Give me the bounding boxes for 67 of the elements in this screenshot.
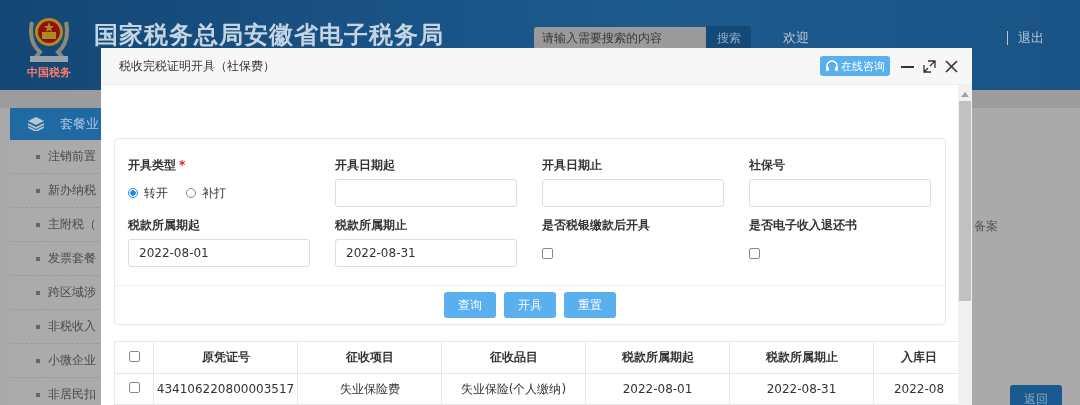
input-field[interactable] <box>335 179 517 207</box>
checkbox[interactable] <box>749 247 760 259</box>
table-cell: 2022-08-01 <box>585 373 730 405</box>
input-field[interactable] <box>542 179 724 207</box>
input-field[interactable]: 2022-08-01 <box>128 239 310 267</box>
column-header: 征收品目 <box>441 341 586 374</box>
bullet-icon <box>36 256 40 261</box>
radio-button[interactable] <box>186 188 196 198</box>
bullet-icon <box>36 290 40 295</box>
field-label: 社保号 <box>749 156 785 174</box>
radio-button[interactable] <box>128 188 138 198</box>
column-header: 税款所属期止 <box>729 341 874 374</box>
search-button[interactable]: 搜索 <box>706 26 751 50</box>
maximize-icon[interactable] <box>923 59 936 73</box>
sidebar-title: 套餐业 <box>60 115 99 133</box>
sidebar-item-label: 跨区域涉 <box>48 284 96 301</box>
scrollbar-thumb[interactable] <box>959 101 971 301</box>
bullet-icon <box>36 324 40 329</box>
headset-icon <box>825 59 839 73</box>
bullet-icon <box>36 392 40 397</box>
bullet-icon <box>36 358 40 363</box>
sidebar-item-label: 发票套餐 <box>48 250 96 267</box>
table-cell: 失业保险(个人缴纳) <box>441 373 586 405</box>
layers-icon <box>28 117 44 131</box>
scrollbar[interactable] <box>958 85 972 405</box>
close-icon[interactable] <box>945 59 958 73</box>
field-label: 是否税银缴款后开具 <box>542 216 650 234</box>
checkbox[interactable] <box>542 247 553 259</box>
table-cell: 失业保险费 <box>297 373 442 405</box>
bullet-icon <box>36 222 40 227</box>
logo-text: 中国税务 <box>27 65 71 80</box>
field-label: 税款所属期止 <box>335 216 407 234</box>
column-header: 原凭证号 <box>153 341 298 374</box>
content-text: 备案 <box>974 218 998 235</box>
table-cell: 434106220800003517 <box>153 373 298 405</box>
sidebar-item-label: 非居民扣 <box>48 386 96 403</box>
consult-button[interactable]: 在线咨询 <box>820 56 890 76</box>
radio-label: 转开 <box>144 184 168 202</box>
site-title: 国家税务总局安徽省电子税务局 <box>94 20 444 51</box>
sidebar-item-label: 注销前置 <box>48 148 96 165</box>
input-field[interactable]: 2022-08-31 <box>335 239 517 267</box>
column-header: 征收项目 <box>297 341 442 374</box>
welcome-text: 欢迎 <box>783 29 809 47</box>
scroll-up-icon[interactable] <box>961 92 969 97</box>
dialog-title: 税收完税证明开具（社保费） <box>119 57 276 75</box>
action-button[interactable]: 查询 <box>444 292 496 318</box>
required-mark: * <box>179 158 186 172</box>
table-cell: 2022-08-31 <box>729 373 874 405</box>
radio-label: 补打 <box>202 184 226 202</box>
input-field[interactable] <box>749 179 931 207</box>
action-button[interactable]: 重置 <box>564 292 616 318</box>
select-all-checkbox[interactable] <box>128 350 140 362</box>
sidebar-item-label: 非税收入 <box>48 318 96 335</box>
column-header: 税款所属期起 <box>585 341 730 374</box>
field-label: 是否电子收入退还书 <box>749 216 857 234</box>
bullet-icon <box>36 188 40 193</box>
sidebar-item-label: 主附税（ <box>48 216 96 233</box>
row-checkbox[interactable] <box>128 382 140 393</box>
search-field[interactable]: 请输入需要搜索的内容 <box>534 27 706 49</box>
field-label: 开具日期止 <box>542 156 602 174</box>
field-label: 开具日期起 <box>335 156 395 174</box>
action-button[interactable]: 开具 <box>504 292 556 318</box>
sidebar-item-label: 小微企业 <box>48 352 96 369</box>
sidebar-item-label: 新办纳税 <box>48 182 96 199</box>
bullet-icon <box>36 154 40 159</box>
logout-link[interactable]: 退出 <box>1018 29 1044 47</box>
back-button[interactable]: 返回 <box>1010 385 1062 405</box>
